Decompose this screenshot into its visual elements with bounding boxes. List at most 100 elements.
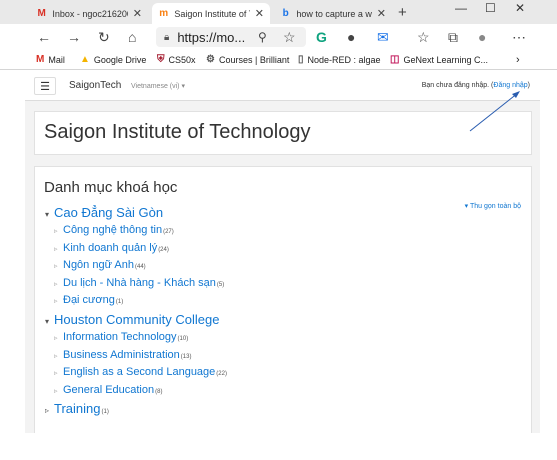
hamburger-menu-icon[interactable]: ☰ xyxy=(34,77,56,95)
subcategory-item[interactable]: ▹ Business Administration (13) xyxy=(54,349,191,361)
gmail-icon: M xyxy=(37,8,46,19)
tab-inbox[interactable]: M Inbox - ngoc216200 ✕ xyxy=(30,3,148,24)
close-tab-icon[interactable]: ✕ xyxy=(255,7,264,20)
favorites-icon[interactable]: ☆ xyxy=(417,29,430,45)
collapsed-arrow-icon[interactable]: ▹ xyxy=(54,280,61,288)
gmail-icon: M xyxy=(36,54,45,65)
subcategory-item[interactable]: ▹ English as a Second Language (22) xyxy=(54,366,227,378)
collapsed-arrow-icon[interactable]: ▹ xyxy=(45,406,52,415)
tab-inbox-label: Inbox - ngoc216200 xyxy=(52,8,128,19)
new-tab-button[interactable]: + xyxy=(398,4,407,21)
course-categories-card: Danh mục khoá học ▾ Thu gọn toàn bộ ▾ Cao… xyxy=(34,166,532,433)
collapsed-arrow-icon[interactable]: ▹ xyxy=(54,369,61,377)
bookmark-label: Node-RED : algae xyxy=(307,54,381,65)
subcategory-item[interactable]: ▹ Du lịch - Nhà hàng - Khách sạn (5) xyxy=(54,277,224,289)
back-icon[interactable]: ← xyxy=(37,29,51,45)
category-name[interactable]: Information Technology xyxy=(63,331,177,343)
subcategory-item[interactable]: ▹ Ngôn ngữ Anh (44) xyxy=(54,259,146,271)
chevron-right-icon[interactable]: › xyxy=(516,54,520,66)
more-menu-icon[interactable]: ⋯ xyxy=(512,29,526,45)
collapsed-arrow-icon[interactable]: ▹ xyxy=(54,262,61,270)
brilliant-icon: ⚙ xyxy=(206,54,215,65)
bookmark-label: GeNext Learning C... xyxy=(403,54,488,65)
page-title: Saigon Institute of Technology xyxy=(44,121,311,143)
close-tab-icon[interactable]: ✕ xyxy=(133,7,142,20)
category-item[interactable]: ▾ Cao Đẳng Sài Gòn xyxy=(45,205,163,220)
collapsed-arrow-icon[interactable]: ▹ xyxy=(54,334,61,342)
favorite-star-icon[interactable]: ☆ xyxy=(283,29,296,45)
bookmark-label: Courses | Brilliant xyxy=(218,54,290,65)
bing-icon: b xyxy=(282,8,289,19)
category-name[interactable]: Business Administration xyxy=(63,349,180,361)
category-item[interactable]: ▾ Houston Community College xyxy=(45,312,219,327)
profile-avatar-icon[interactable]: ● xyxy=(478,29,486,45)
category-name[interactable]: Ngôn ngữ Anh xyxy=(63,259,134,271)
course-count: (13) xyxy=(180,354,192,360)
category-name[interactable]: Cao Đẳng Sài Gòn xyxy=(54,205,163,220)
course-count: (24) xyxy=(158,247,169,253)
minimize-icon[interactable]: — xyxy=(455,1,467,15)
browser-tab-bar: M Inbox - ngoc216200 ✕ m Saigon Institut… xyxy=(0,0,557,24)
tab-saigon-institute[interactable]: m Saigon Institute of T ✕ xyxy=(152,3,270,24)
category-name[interactable]: Training xyxy=(54,401,100,416)
grammarly-icon[interactable]: G xyxy=(316,29,327,45)
category-item[interactable]: ▹ Training (1) xyxy=(45,401,109,416)
subcategory-item[interactable]: ▹ Đại cương (1) xyxy=(54,294,123,306)
collapsed-arrow-icon[interactable]: ▹ xyxy=(54,227,61,235)
extension-icon[interactable]: ● xyxy=(347,29,355,45)
expanded-arrow-icon[interactable]: ▾ xyxy=(45,210,52,219)
course-count: (1) xyxy=(115,299,124,305)
expanded-arrow-icon[interactable]: ▾ xyxy=(45,317,52,326)
category-name[interactable]: General Education xyxy=(63,384,154,396)
genext-icon: ◫ xyxy=(390,54,400,65)
collections-icon[interactable]: ⧉ xyxy=(448,29,458,45)
site-brand[interactable]: SaigonTech xyxy=(69,80,121,91)
section-title: Danh mục khoá học xyxy=(44,179,178,196)
bookmark-brilliant[interactable]: ⚙ Courses | Brilliant xyxy=(206,54,289,65)
bookmark-label: CS50x xyxy=(168,54,196,65)
course-count: (27) xyxy=(163,229,174,235)
zoom-icon[interactable]: ⚲ xyxy=(258,29,267,45)
page-header: Saigon Institute of Technology xyxy=(34,111,532,155)
harvard-icon: ⛨ xyxy=(157,54,165,65)
subcategory-item[interactable]: ▹ Information Technology (10) xyxy=(54,331,188,343)
bookmark-genext[interactable]: ◫ GeNext Learning C... xyxy=(390,54,488,65)
collapsed-arrow-icon[interactable]: ▹ xyxy=(54,245,61,253)
bookmark-node-red[interactable]: ▯ Node-RED : algae xyxy=(298,54,381,65)
tab-how-to-capture[interactable]: b how to capture a wi ✕ xyxy=(274,3,392,24)
close-window-icon[interactable]: ✕ xyxy=(515,1,525,15)
collapsed-arrow-icon[interactable]: ▹ xyxy=(54,297,61,305)
annotation-arrow-icon xyxy=(469,91,520,132)
tab-capture-label: how to capture a wi xyxy=(296,8,372,19)
course-count: (44) xyxy=(134,264,146,270)
course-count: (1) xyxy=(101,409,109,415)
lock-icon: 🔒︎ xyxy=(164,31,170,43)
mail-extension-icon[interactable]: ✉ xyxy=(377,29,389,45)
collapse-all-link[interactable]: ▾ Thu gọn toàn bộ xyxy=(465,202,521,210)
bookmarks-bar: M Mail ▲ Google Drive ⛨ CS50x ⚙ Courses … xyxy=(0,50,557,70)
browser-toolbar: ← → ↻ ⌂ 🔒︎ https://mo... ⚲ ☆ G ● ✉ ☆ ⧉ ●… xyxy=(0,24,557,50)
maximize-icon[interactable]: ☐ xyxy=(485,1,496,15)
category-name[interactable]: Kinh doanh quản lý xyxy=(63,242,157,254)
reload-icon[interactable]: ↻ xyxy=(98,29,110,45)
collapsed-arrow-icon[interactable]: ▹ xyxy=(54,387,61,395)
bookmark-label: Google Drive xyxy=(93,54,147,65)
subcategory-item[interactable]: ▹ Công nghệ thông tin (27) xyxy=(54,224,174,236)
collapsed-arrow-icon[interactable]: ▹ xyxy=(54,352,61,360)
bookmark-cs50x[interactable]: ⛨ CS50x xyxy=(157,54,196,65)
category-name[interactable]: Houston Community College xyxy=(54,312,219,327)
collapse-all-label: Thu gọn toàn bộ xyxy=(470,203,521,210)
course-count: (10) xyxy=(177,336,189,342)
bookmark-mail[interactable]: M Mail xyxy=(36,54,65,65)
forward-icon[interactable]: → xyxy=(67,29,81,45)
category-name[interactable]: Du lịch - Nhà hàng - Khách sạn xyxy=(63,277,216,289)
home-icon[interactable]: ⌂ xyxy=(128,29,136,45)
close-tab-icon[interactable]: ✕ xyxy=(377,7,386,20)
category-name[interactable]: Đại cương xyxy=(63,294,115,306)
category-name[interactable]: Công nghệ thông tin xyxy=(63,224,162,236)
subcategory-item[interactable]: ▹ General Education (8) xyxy=(54,384,162,396)
bookmark-google-drive[interactable]: ▲ Google Drive xyxy=(80,54,146,65)
subcategory-item[interactable]: ▹ Kinh doanh quản lý (24) xyxy=(54,242,169,254)
category-name[interactable]: English as a Second Language xyxy=(63,366,215,378)
language-selector[interactable]: Vietnamese (vi) ▾ xyxy=(131,82,185,90)
